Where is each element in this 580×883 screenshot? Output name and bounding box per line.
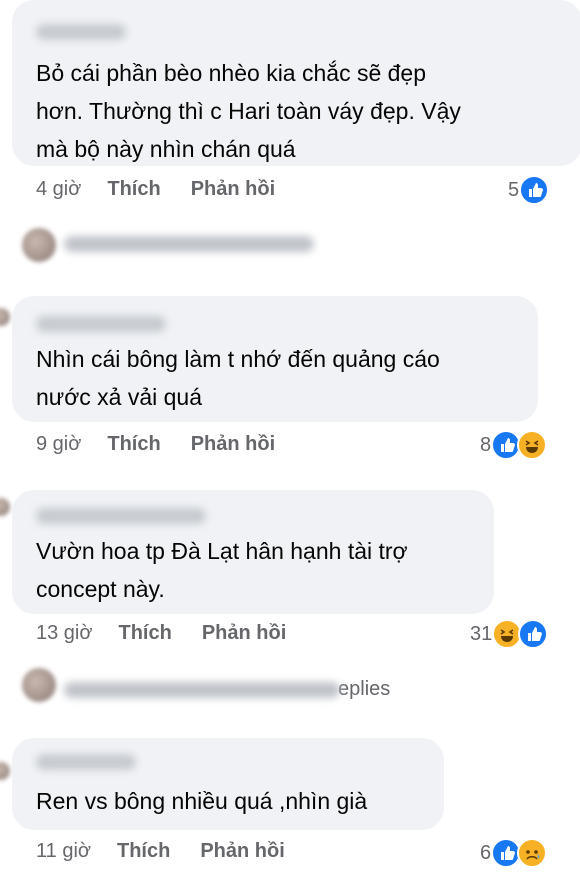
reply-summary[interactable]: eplies [64,678,390,701]
reaction-summary[interactable]: 31 [470,619,549,649]
like-icon [518,619,549,649]
reaction-summary[interactable]: 5 [508,175,550,205]
commenter-name[interactable] [36,24,126,40]
sad-icon [517,838,548,868]
comment-time[interactable]: 9 giờ [36,433,81,456]
reaction-count: 6 [480,841,492,864]
commenter-name[interactable] [36,316,166,332]
comment-text: Nhìn cái bông làm t nhớ đến quảng cáo nư… [36,346,440,410]
commenter-avatar[interactable] [0,762,10,780]
reply-button[interactable]: Phản hồi [202,622,286,645]
reply-button[interactable]: Phản hồi [191,178,275,201]
like-icon [519,175,550,205]
reply-button[interactable]: Phản hồi [191,433,275,456]
comment-meta: 11 giờ Thích Phản hồi [36,840,315,863]
comment-text: Bỏ cái phần bèo nhèo kia chắc sẽ đẹp hơn… [36,60,461,162]
comment-meta: 4 giờ Thích Phản hồi [36,178,305,201]
comment-text: Ren vs bông nhiều quá ,nhìn già [36,788,368,814]
like-button[interactable]: Thích [107,433,160,456]
reply-avatar[interactable] [22,228,56,262]
comment-time[interactable]: 4 giờ [36,178,81,201]
reply-summary[interactable] [64,236,314,252]
comment-bubble: Vườn hoa tp Đà Lạt hân hạnh tài trợ conc… [12,490,494,614]
reply-button[interactable]: Phản hồi [200,840,284,863]
reaction-count: 5 [508,178,520,201]
reaction-summary[interactable]: 6 [480,838,548,868]
comment-text: Vườn hoa tp Đà Lạt hân hạnh tài trợ conc… [36,538,408,602]
reaction-summary[interactable]: 8 [480,430,548,460]
replies-label: eplies [338,678,391,700]
comment-time[interactable]: 11 giờ [36,840,91,863]
comment-time[interactable]: 13 giờ [36,622,92,645]
commenter-avatar[interactable] [0,498,10,516]
like-button[interactable]: Thích [117,840,170,863]
reaction-count: 8 [480,433,492,456]
haha-icon [517,430,548,460]
commenter-name[interactable] [36,508,206,524]
like-button[interactable]: Thích [118,622,171,645]
comment-bubble: Ren vs bông nhiều quá ,nhìn già [12,738,444,830]
comment-bubble: Nhìn cái bông làm t nhớ đến quảng cáo nư… [12,296,538,422]
reply-avatar[interactable] [22,668,56,702]
commenter-avatar[interactable] [0,308,10,326]
comment-meta: 9 giờ Thích Phản hồi [36,433,305,456]
like-button[interactable]: Thích [107,178,160,201]
reaction-count: 31 [470,622,493,645]
commenter-name[interactable] [36,754,136,770]
comment-bubble: Bỏ cái phần bèo nhèo kia chắc sẽ đẹp hơn… [12,0,580,166]
comment-meta: 13 giờ Thích Phản hồi [36,622,316,645]
reply-summary-blurred [64,681,340,698]
reply-summary-blurred [64,236,314,252]
